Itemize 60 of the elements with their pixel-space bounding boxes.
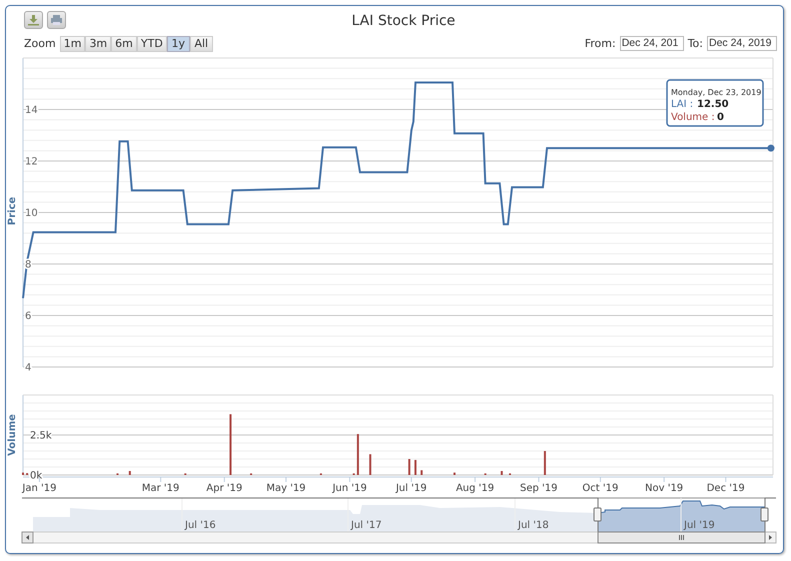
range-button[interactable]: 6m [111, 36, 137, 52]
range-button[interactable]: 1y [166, 36, 190, 52]
y-axis-title: Price [7, 196, 18, 226]
to-label: To: [688, 36, 703, 52]
x-axis-label: Jan '19 [22, 483, 56, 494]
x-axis-label: Mar '19 [142, 483, 180, 494]
y-axis-label: 10 [25, 208, 38, 219]
from-date-field[interactable]: Dec 24, 201 [620, 36, 684, 51]
scrollbar-thumb[interactable] [598, 532, 766, 544]
printer-icon [50, 14, 63, 26]
x-axis-label: Sep '19 [520, 483, 558, 494]
y-axis-label: 12 [25, 156, 38, 168]
volume-bar [356, 434, 359, 475]
print-button[interactable] [47, 11, 66, 29]
x-axis-label: Apr '19 [206, 483, 242, 494]
navigator-axis-label: Jul '19 [684, 520, 715, 531]
download-icon [27, 14, 40, 26]
scroll-right-button[interactable] [764, 532, 776, 544]
y-axis-label: 4 [25, 362, 32, 374]
y-axis-label: 0k [30, 470, 42, 482]
zoom-label: Zoom [24, 36, 56, 52]
tooltip-value: 0 [717, 112, 724, 123]
from-label: From: [584, 36, 616, 52]
y-axis-label: 14 [25, 105, 38, 116]
tooltip-date: Monday, Dec 23, 2019 [671, 88, 762, 97]
navigator-axis-label: Jul '16 [185, 520, 216, 531]
volume-bar [408, 459, 410, 475]
volume-bar [420, 470, 423, 475]
navigator-axis-label: Jul '17 [351, 520, 382, 531]
x-axis-label: Aug '19 [456, 483, 494, 494]
y-axis-label: 6 [25, 311, 32, 322]
chart-title: LAI Stock Price [352, 13, 456, 29]
volume-bar [230, 414, 232, 475]
x-axis-label: Jul '19 [396, 483, 427, 494]
tooltip-series-label: Volume : [671, 112, 715, 123]
volume-bar [128, 471, 131, 475]
x-axis-label: Dec '19 [706, 483, 745, 494]
range-button[interactable]: 3m [85, 36, 112, 52]
x-axis-label: May '19 [266, 483, 306, 494]
range-button[interactable]: YTD [136, 36, 167, 52]
volume-bar [544, 451, 546, 475]
navigator-axis-label: Jul '18 [518, 520, 549, 531]
volume-bar [500, 471, 503, 475]
range-button[interactable]: All [190, 36, 213, 52]
navigator-handle[interactable] [760, 508, 768, 522]
y-axis-title: Volume [7, 414, 18, 456]
volume-bar [414, 460, 416, 475]
scroll-left-button[interactable] [22, 532, 34, 544]
data-point-marker [767, 144, 774, 152]
navigator-handle[interactable] [594, 508, 602, 522]
tooltip-value: 12.50 [697, 99, 729, 110]
volume-bar [369, 454, 372, 475]
x-axis-label: Nov '19 [645, 483, 684, 494]
range-button[interactable]: 1m [60, 36, 86, 52]
y-axis-label: 2.5k [30, 430, 52, 442]
download-button[interactable] [24, 11, 43, 29]
x-axis-label: Oct '19 [582, 483, 618, 494]
x-axis-label: Jun '19 [332, 483, 367, 494]
to-date-field[interactable]: Dec 24, 2019 [707, 36, 777, 51]
tooltip-series-label: LAI : [671, 99, 694, 110]
